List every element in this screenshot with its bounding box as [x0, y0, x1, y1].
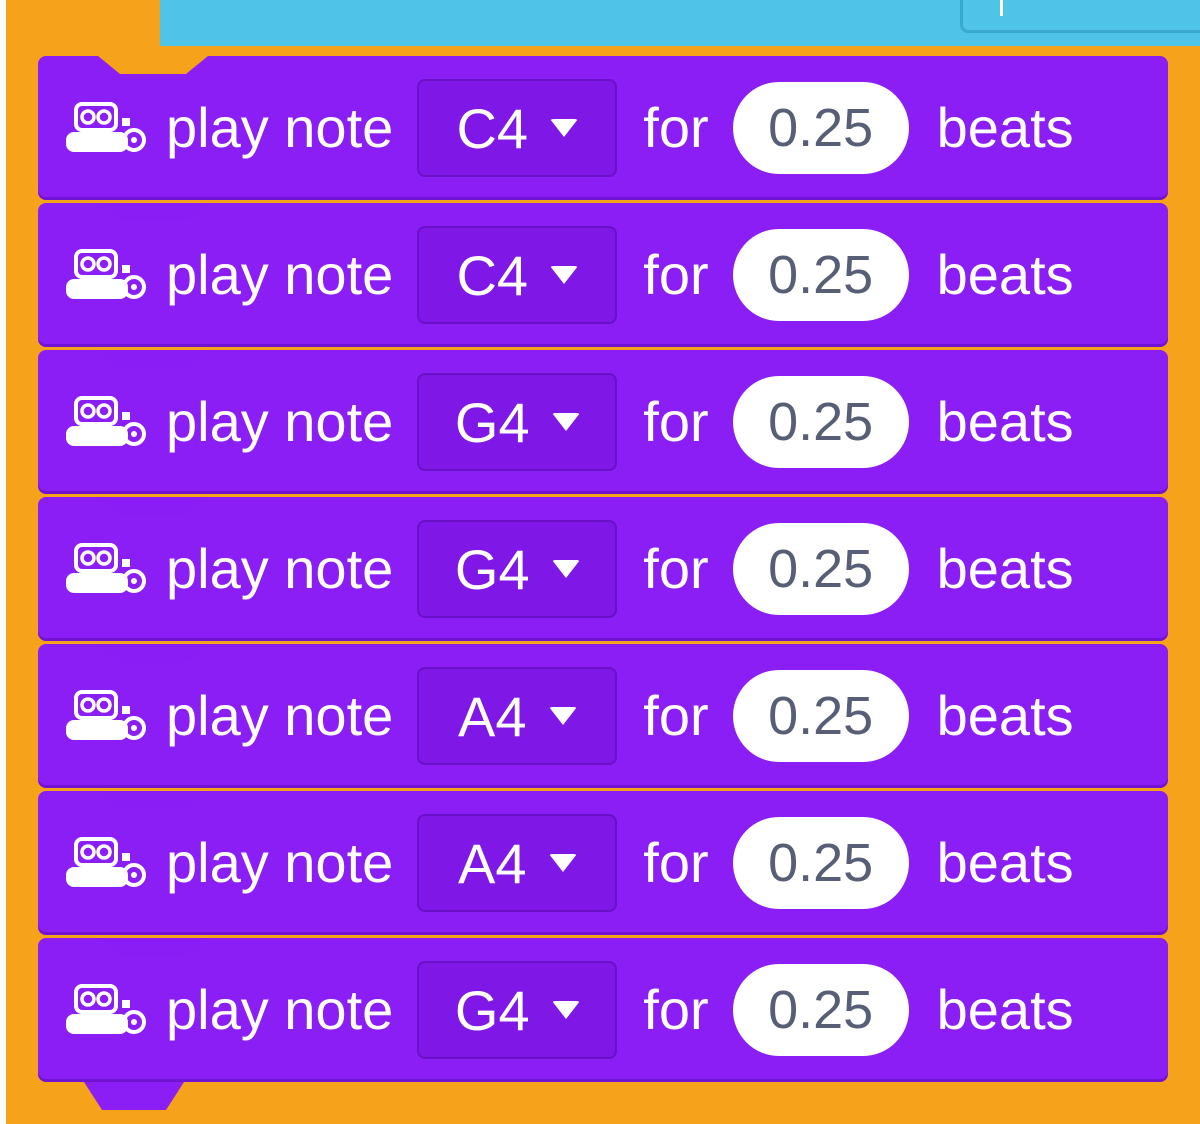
beats-input[interactable]: 0.25 — [732, 229, 909, 321]
robot-extension-icon — [66, 984, 146, 1034]
play-note-block[interactable]: play note G4 for 0.25 beats — [38, 350, 1168, 494]
caret-down-icon — [551, 560, 580, 578]
beats-input[interactable]: 0.25 — [732, 82, 909, 174]
robot-extension-icon — [66, 102, 146, 152]
beats-input[interactable]: 0.25 — [732, 670, 909, 762]
play-note-label: play note — [166, 537, 394, 600]
note-value: G4 — [454, 978, 530, 1042]
parent-block-input[interactable] — [960, 0, 1200, 33]
play-note-block[interactable]: play note G4 for 0.25 beats — [38, 497, 1168, 641]
beats-label: beats — [936, 684, 1074, 747]
play-note-block[interactable]: play note G4 for 0.25 beats — [38, 938, 1168, 1082]
play-note-block[interactable]: play note C4 for 0.25 beats — [38, 56, 1168, 200]
caret-down-icon — [550, 266, 579, 284]
for-label: for — [643, 684, 709, 747]
block-stack: play note C4 for 0.25 beats play note C4… — [38, 56, 1168, 1085]
note-dropdown[interactable]: G4 — [417, 961, 618, 1059]
play-note-block[interactable]: play note A4 for 0.25 beats — [38, 791, 1168, 935]
beats-input[interactable]: 0.25 — [732, 376, 909, 468]
note-value: G4 — [454, 390, 530, 454]
code-canvas: play note C4 for 0.25 beats play note C4… — [0, 0, 1200, 1124]
beats-input[interactable]: 0.25 — [732, 817, 909, 909]
caret-down-icon — [548, 707, 577, 725]
beats-input[interactable]: 0.25 — [732, 964, 909, 1056]
beats-label: beats — [936, 390, 1074, 453]
robot-extension-icon — [66, 543, 146, 593]
for-label: for — [643, 537, 709, 600]
text-cursor — [1000, 0, 1003, 16]
play-note-label: play note — [166, 96, 394, 159]
beats-label: beats — [936, 243, 1074, 306]
beats-label: beats — [936, 831, 1074, 894]
for-label: for — [643, 96, 709, 159]
play-note-label: play note — [166, 831, 394, 894]
robot-extension-icon — [66, 837, 146, 887]
play-note-block[interactable]: play note C4 for 0.25 beats — [38, 203, 1168, 347]
robot-extension-icon — [66, 396, 146, 446]
for-label: for — [643, 831, 709, 894]
caret-down-icon — [551, 1001, 580, 1019]
beats-input[interactable]: 0.25 — [732, 523, 909, 615]
note-dropdown[interactable]: A4 — [417, 814, 618, 912]
play-note-label: play note — [166, 684, 394, 747]
note-dropdown[interactable]: G4 — [417, 520, 618, 618]
note-dropdown[interactable]: C4 — [417, 79, 618, 177]
play-note-block[interactable]: play note A4 for 0.25 beats — [38, 644, 1168, 788]
beats-label: beats — [936, 537, 1074, 600]
robot-extension-icon — [66, 249, 146, 299]
note-dropdown[interactable]: C4 — [417, 226, 618, 324]
note-value: C4 — [456, 243, 529, 307]
note-value: G4 — [454, 537, 530, 601]
note-value: A4 — [458, 831, 527, 895]
caret-down-icon — [551, 413, 580, 431]
for-label: for — [643, 978, 709, 1041]
control-block-top — [6, 0, 166, 6]
for-label: for — [643, 243, 709, 306]
beats-label: beats — [936, 96, 1074, 159]
note-value: A4 — [458, 684, 527, 748]
note-dropdown[interactable]: G4 — [417, 373, 618, 471]
play-note-label: play note — [166, 978, 394, 1041]
caret-down-icon — [548, 854, 577, 872]
beats-label: beats — [936, 978, 1074, 1041]
for-label: for — [643, 390, 709, 453]
caret-down-icon — [550, 119, 579, 137]
note-value: C4 — [456, 96, 529, 160]
play-note-label: play note — [166, 243, 394, 306]
note-dropdown[interactable]: A4 — [417, 667, 618, 765]
play-note-label: play note — [166, 390, 394, 453]
robot-extension-icon — [66, 690, 146, 740]
